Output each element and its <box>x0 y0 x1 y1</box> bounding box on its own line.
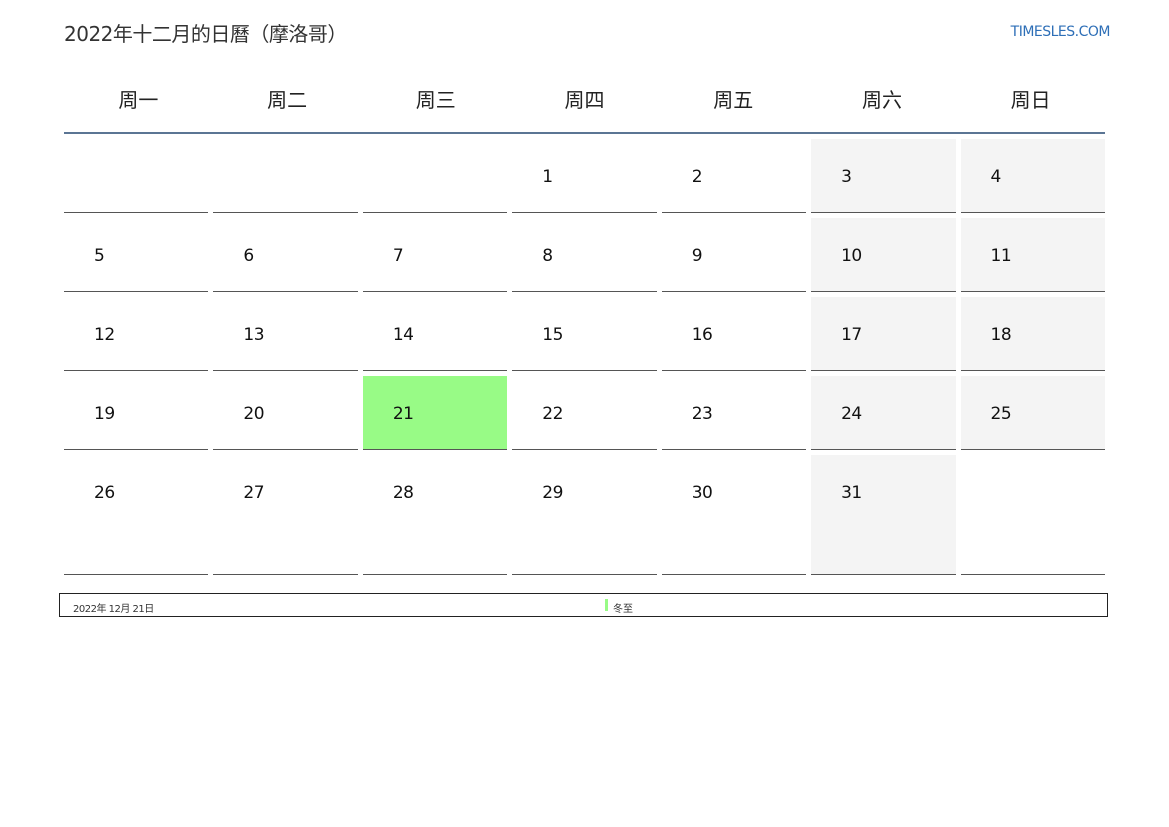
day-number: 7 <box>392 246 404 266</box>
day-number: 8 <box>542 246 553 266</box>
day-number: 27 <box>243 483 265 503</box>
week-row: 19 20 21 22 23 24 25 <box>64 376 1105 450</box>
day-cell-weekend: 24 <box>811 376 956 450</box>
day-number: 6 <box>243 246 254 266</box>
day-cell-weekend: 4 <box>960 139 1105 213</box>
day-cell-weekend: 17 <box>811 297 956 371</box>
day-number: 15 <box>542 325 563 345</box>
month-calendar: 周一 周二 周三 周四 周五 周六 周日 1 2 3 4 5 6 7 8 9 1… <box>64 70 1105 580</box>
legend-holiday-name: 冬至 <box>613 604 633 615</box>
day-number: 5 <box>94 246 105 266</box>
day-cell-weekend: 31 <box>811 455 956 575</box>
day-cell: 30 <box>661 455 807 575</box>
day-number: 19 <box>94 404 115 424</box>
day-cell: 13 <box>213 297 358 371</box>
holiday-legend: 2022年 12月 21日 冬至 <box>59 593 1108 617</box>
day-number: 30 <box>691 483 713 503</box>
weekday-tue: 周二 <box>267 88 308 112</box>
day-cell: 9 <box>661 218 807 292</box>
day-number: 24 <box>841 404 862 424</box>
weekday-fri: 周五 <box>713 88 754 112</box>
day-number: 11 <box>990 246 1012 266</box>
day-number: 10 <box>841 246 862 266</box>
weekday-sun: 周日 <box>1010 88 1051 112</box>
week-row: 5 6 7 8 9 10 11 <box>64 218 1105 292</box>
day-cell: 29 <box>512 455 657 575</box>
day-cell-weekend: 18 <box>960 297 1105 371</box>
day-cell-empty <box>960 455 1105 575</box>
day-number: 4 <box>990 167 1002 187</box>
day-cell-weekend: 10 <box>811 218 956 292</box>
week-row: 26 27 28 29 30 31 <box>64 455 1105 575</box>
day-cell: 14 <box>362 297 508 371</box>
week-row: 12 13 14 15 16 17 18 <box>64 297 1105 371</box>
day-cell: 22 <box>512 376 657 450</box>
day-cell-holiday: 21 <box>362 376 508 450</box>
site-link[interactable]: TIMESLES.COM <box>1011 24 1111 40</box>
day-number: 21 <box>392 404 414 424</box>
holiday-color-marker <box>605 599 608 611</box>
weeks-grid: 1 2 3 4 5 6 7 8 9 10 11 12 13 14 15 16 1… <box>64 139 1105 575</box>
day-number: 26 <box>94 483 115 503</box>
day-cell: 8 <box>512 218 657 292</box>
day-number: 18 <box>990 325 1012 345</box>
day-cell-weekend: 25 <box>960 376 1105 450</box>
day-cell <box>64 139 209 213</box>
day-cell: 27 <box>213 455 358 575</box>
day-cell: 7 <box>362 218 508 292</box>
day-cell: 23 <box>661 376 807 450</box>
day-number: 13 <box>243 325 265 345</box>
day-number: 1 <box>542 167 553 187</box>
day-number: 3 <box>841 167 852 187</box>
day-cell: 6 <box>213 218 358 292</box>
week-row: 1 2 3 4 <box>64 139 1105 213</box>
day-cell: 26 <box>64 455 209 575</box>
legend-date: 2022年 12月 21日 <box>73 604 154 615</box>
day-cell <box>213 139 358 213</box>
day-cell-weekend: 3 <box>811 139 956 213</box>
day-cell: 20 <box>213 376 358 450</box>
day-number: 28 <box>392 483 414 503</box>
day-cell <box>362 139 508 213</box>
day-cell: 12 <box>64 297 209 371</box>
weekday-mon: 周一 <box>118 88 159 112</box>
day-cell: 16 <box>661 297 807 371</box>
day-cell-weekend: 11 <box>960 218 1105 292</box>
day-number: 14 <box>392 325 414 345</box>
day-number: 29 <box>542 483 563 503</box>
weekday-wed: 周三 <box>415 88 456 112</box>
day-number: 20 <box>243 404 265 424</box>
day-cell: 2 <box>661 139 807 213</box>
day-number: 25 <box>990 404 1012 424</box>
weekday-sat: 周六 <box>861 88 902 112</box>
day-number: 23 <box>691 404 713 424</box>
day-number: 17 <box>841 325 862 345</box>
day-cell: 28 <box>362 455 508 575</box>
day-number: 31 <box>841 483 862 503</box>
day-cell: 19 <box>64 376 209 450</box>
day-cell: 1 <box>512 139 657 213</box>
day-cell: 15 <box>512 297 657 371</box>
day-number: 12 <box>94 325 115 345</box>
day-number: 16 <box>691 325 713 345</box>
day-number: 22 <box>542 404 563 424</box>
page-title: 2022年十二月的日曆（摩洛哥） <box>64 22 347 46</box>
day-number: 2 <box>691 167 703 187</box>
weekday-thu: 周四 <box>564 88 605 112</box>
day-number: 9 <box>691 246 703 266</box>
day-cell: 5 <box>64 218 209 292</box>
weekday-header: 周一 周二 周三 周四 周五 周六 周日 <box>64 70 1105 134</box>
